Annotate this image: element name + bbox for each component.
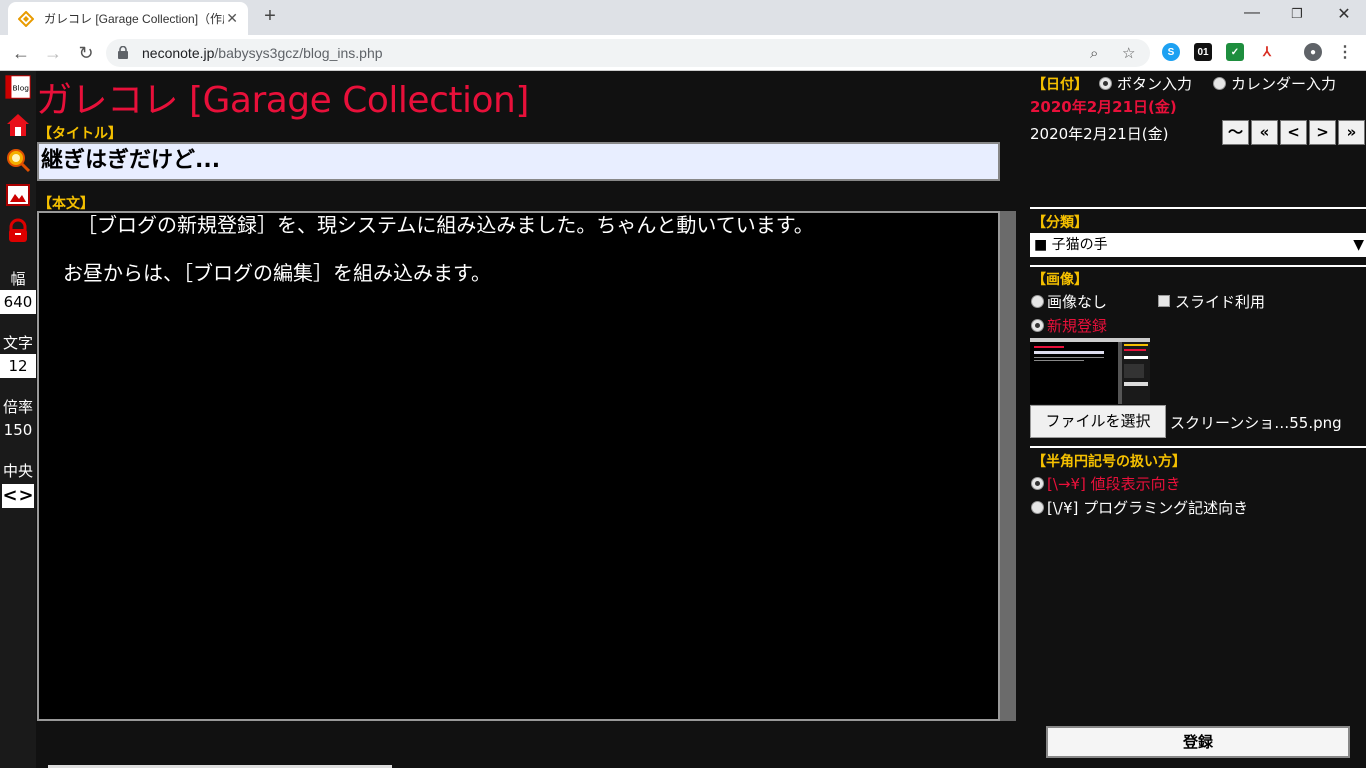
zoom-label: 倍率 — [2, 398, 33, 416]
lock-account-icon[interactable] — [4, 217, 32, 245]
address-bar[interactable]: neconote.jp/babysys3gcz/blog_ins.php ⌕ ☆ — [106, 39, 1150, 67]
date-prev-day-button[interactable]: < — [1280, 120, 1307, 145]
profile-avatar-icon[interactable]: ● — [1304, 43, 1322, 61]
category-section-label: 【分類】 — [1032, 215, 1088, 231]
center-right-button[interactable]: > — [18, 484, 34, 508]
date-selected: 2020年2月21日(金) — [1030, 98, 1177, 116]
divider — [1030, 446, 1366, 448]
body-line: お昼からは、［ブログの編集］を組み込みます。 — [63, 261, 491, 285]
width-value[interactable]: 640 — [0, 290, 36, 314]
image-thumbnail — [1030, 338, 1150, 404]
skype-extension-icon[interactable]: S — [1162, 43, 1180, 61]
date-display: 2020年2月21日(金) — [1030, 125, 1169, 143]
left-toolbar: Blog 幅 640 文字 12 倍率 150 中央 < > — [0, 71, 36, 768]
date-today-button[interactable]: 〜 — [1222, 120, 1249, 145]
title-input[interactable]: 継ぎはぎだけど... — [37, 142, 1000, 181]
pdf-extension-icon[interactable]: ⅄ — [1258, 43, 1276, 61]
tab-title: ガレコレ [Garage Collection]（作成 — [44, 12, 224, 26]
image-new-label: 新規登録 — [1047, 317, 1108, 335]
url-text: neconote.jp/babysys3gcz/blog_ins.php — [142, 45, 383, 61]
date-section-label: 【日付】 — [1032, 77, 1088, 93]
date-mode-button-radio[interactable] — [1099, 77, 1112, 90]
chevron-down-icon: ▼ — [1353, 237, 1364, 253]
divider — [1030, 207, 1366, 209]
extension-01-icon[interactable]: 01 — [1194, 43, 1212, 61]
date-prev-month-button[interactable]: « — [1251, 120, 1278, 145]
svg-text:Blog: Blog — [13, 84, 30, 93]
date-mode-button-label: ボタン入力 — [1117, 75, 1193, 93]
slide-checkbox[interactable] — [1158, 295, 1170, 307]
image-none-radio[interactable] — [1031, 295, 1044, 308]
bookmark-star-icon[interactable]: ☆ — [1122, 44, 1135, 62]
yen-price-label: [\→¥] 値段表示向き — [1047, 475, 1181, 493]
category-selected-value: ■ 子猫の手 — [1034, 237, 1108, 253]
width-label: 幅 — [10, 270, 26, 288]
title-section-label: 【タイトル】 — [38, 126, 122, 142]
restore-icon[interactable]: ❐ — [1277, 6, 1317, 22]
zoom-value: 150 — [3, 421, 33, 439]
divider — [1030, 265, 1366, 267]
zoom-icon[interactable]: ⌕ — [1090, 44, 1098, 62]
date-next-day-button[interactable]: > — [1309, 120, 1336, 145]
menu-kebab-icon[interactable]: ⋮ — [1336, 43, 1354, 61]
site-favicon-icon — [18, 10, 34, 27]
yen-price-radio[interactable] — [1031, 477, 1044, 490]
site-title[interactable]: ガレコレ [Garage Collection] — [36, 71, 529, 123]
body-scrollbar[interactable] — [1000, 211, 1016, 721]
back-arrow-icon[interactable]: ← — [10, 42, 32, 64]
date-next-month-button[interactable]: » — [1338, 120, 1365, 145]
magnifier-icon[interactable] — [4, 146, 32, 174]
image-section-label: 【画像】 — [1032, 272, 1088, 288]
new-tab-button[interactable]: + — [260, 5, 280, 28]
page-content: Blog 幅 640 文字 12 倍率 150 中央 < > ガレコレ [Gar… — [0, 71, 1366, 768]
image-none-label: 画像なし — [1047, 293, 1108, 311]
body-section-label: 【本文】 — [38, 196, 94, 212]
date-mode-calendar-label: カレンダー入力 — [1231, 75, 1337, 93]
home-icon[interactable] — [4, 111, 32, 139]
file-select-button[interactable]: ファイルを選択 — [1030, 405, 1166, 438]
browser-tab[interactable]: ガレコレ [Garage Collection]（作成 ✕ — [8, 2, 248, 35]
reload-icon[interactable]: ↻ — [75, 42, 97, 64]
file-name: スクリーンショ…55.png — [1170, 414, 1342, 432]
forward-arrow-icon[interactable]: → — [42, 42, 64, 64]
category-select[interactable]: ■ 子猫の手 ▼ — [1030, 233, 1366, 257]
center-left-button[interactable]: < — [2, 484, 18, 508]
image-new-radio[interactable] — [1031, 319, 1044, 332]
font-size-value[interactable]: 12 — [0, 354, 36, 378]
window-close-icon[interactable]: ✕ — [1324, 4, 1364, 24]
submit-button[interactable]: 登録 — [1046, 726, 1350, 758]
lock-icon — [118, 46, 128, 59]
body-textarea[interactable]: ［ブログの新規登録］を、現システムに組み込みました。ちゃんと動いています。 お昼… — [37, 211, 1000, 721]
yen-prog-label: [\/¥] プログラミング記述向き — [1047, 499, 1249, 517]
blog-book-icon[interactable]: Blog — [4, 73, 32, 101]
shield-extension-icon[interactable]: ✓ — [1226, 43, 1244, 61]
yen-prog-radio[interactable] — [1031, 501, 1044, 514]
browser-toolbar: ← → ↻ neconote.jp/babysys3gcz/blog_ins.p… — [0, 35, 1366, 71]
yen-section-label: 【半角円記号の扱い方】 — [1032, 454, 1186, 470]
slide-label: スライド利用 — [1175, 293, 1266, 311]
picture-frame-icon[interactable] — [4, 181, 32, 209]
minimize-icon[interactable]: — — [1232, 4, 1272, 22]
body-line: ［ブログの新規登録］を、現システムに組み込みました。ちゃんと動いています。 — [77, 213, 814, 237]
browser-tabbar: ガレコレ [Garage Collection]（作成 ✕ + — ❐ ✕ — [0, 0, 1366, 35]
center-label: 中央 — [2, 462, 33, 480]
date-mode-calendar-radio[interactable] — [1213, 77, 1226, 90]
font-size-label: 文字 — [2, 334, 33, 352]
tab-close-icon[interactable]: ✕ — [226, 10, 238, 27]
